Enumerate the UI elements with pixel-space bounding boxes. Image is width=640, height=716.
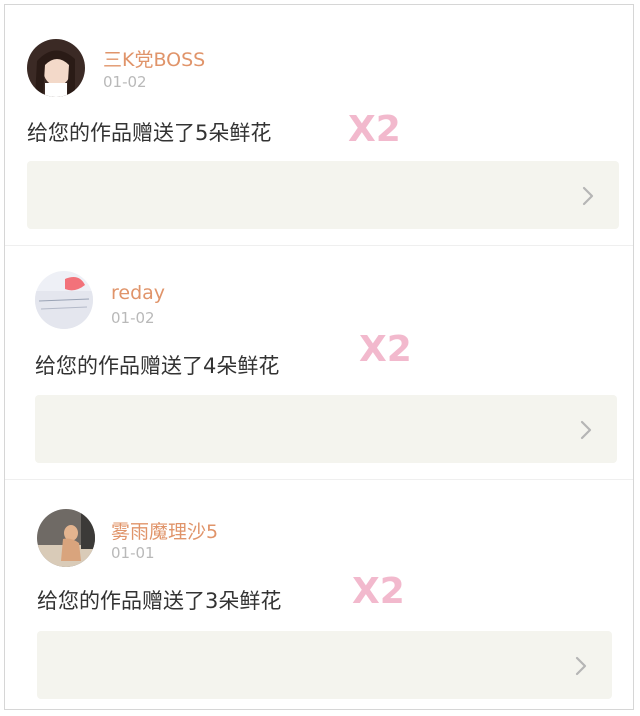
gift-message: 给您的作品赠送了4朵鲜花 xyxy=(35,354,280,378)
multiplier-badge: X2 xyxy=(352,571,405,612)
multiplier-badge: X2 xyxy=(348,109,401,150)
avatar[interactable] xyxy=(35,271,93,329)
date: 01-02 xyxy=(103,73,147,91)
chevron-right-icon xyxy=(572,655,590,677)
work-card[interactable] xyxy=(27,161,619,229)
date: 01-02 xyxy=(111,309,155,327)
date: 01-01 xyxy=(111,544,155,562)
work-card[interactable] xyxy=(35,395,617,463)
notification-list: 三K党BOSS 01-02 给您的作品赠送了5朵鲜花 X2 reday 01-0… xyxy=(4,4,634,710)
avatar[interactable] xyxy=(27,39,85,97)
user-avatar-girl-icon xyxy=(27,39,85,97)
gift-message: 给您的作品赠送了5朵鲜花 xyxy=(27,121,272,145)
avatar[interactable] xyxy=(37,509,95,567)
work-card[interactable] xyxy=(37,631,612,699)
username[interactable]: 雾雨魔理沙5 xyxy=(111,517,218,544)
user-avatar-photo-icon xyxy=(37,509,95,567)
gift-message: 给您的作品赠送了3朵鲜花 xyxy=(37,589,282,613)
list-item: 雾雨魔理沙5 01-01 给您的作品赠送了3朵鲜花 X2 xyxy=(5,479,633,711)
username[interactable]: 三K党BOSS xyxy=(103,45,205,72)
chevron-right-icon xyxy=(579,185,597,207)
multiplier-badge: X2 xyxy=(359,329,412,370)
username[interactable]: reday xyxy=(111,282,165,304)
list-item: reday 01-02 给您的作品赠送了4朵鲜花 X2 xyxy=(5,245,633,479)
chevron-right-icon xyxy=(577,419,595,441)
list-item: 三K党BOSS 01-02 给您的作品赠送了5朵鲜花 X2 xyxy=(5,5,633,245)
user-avatar-love-note-icon xyxy=(35,271,93,329)
